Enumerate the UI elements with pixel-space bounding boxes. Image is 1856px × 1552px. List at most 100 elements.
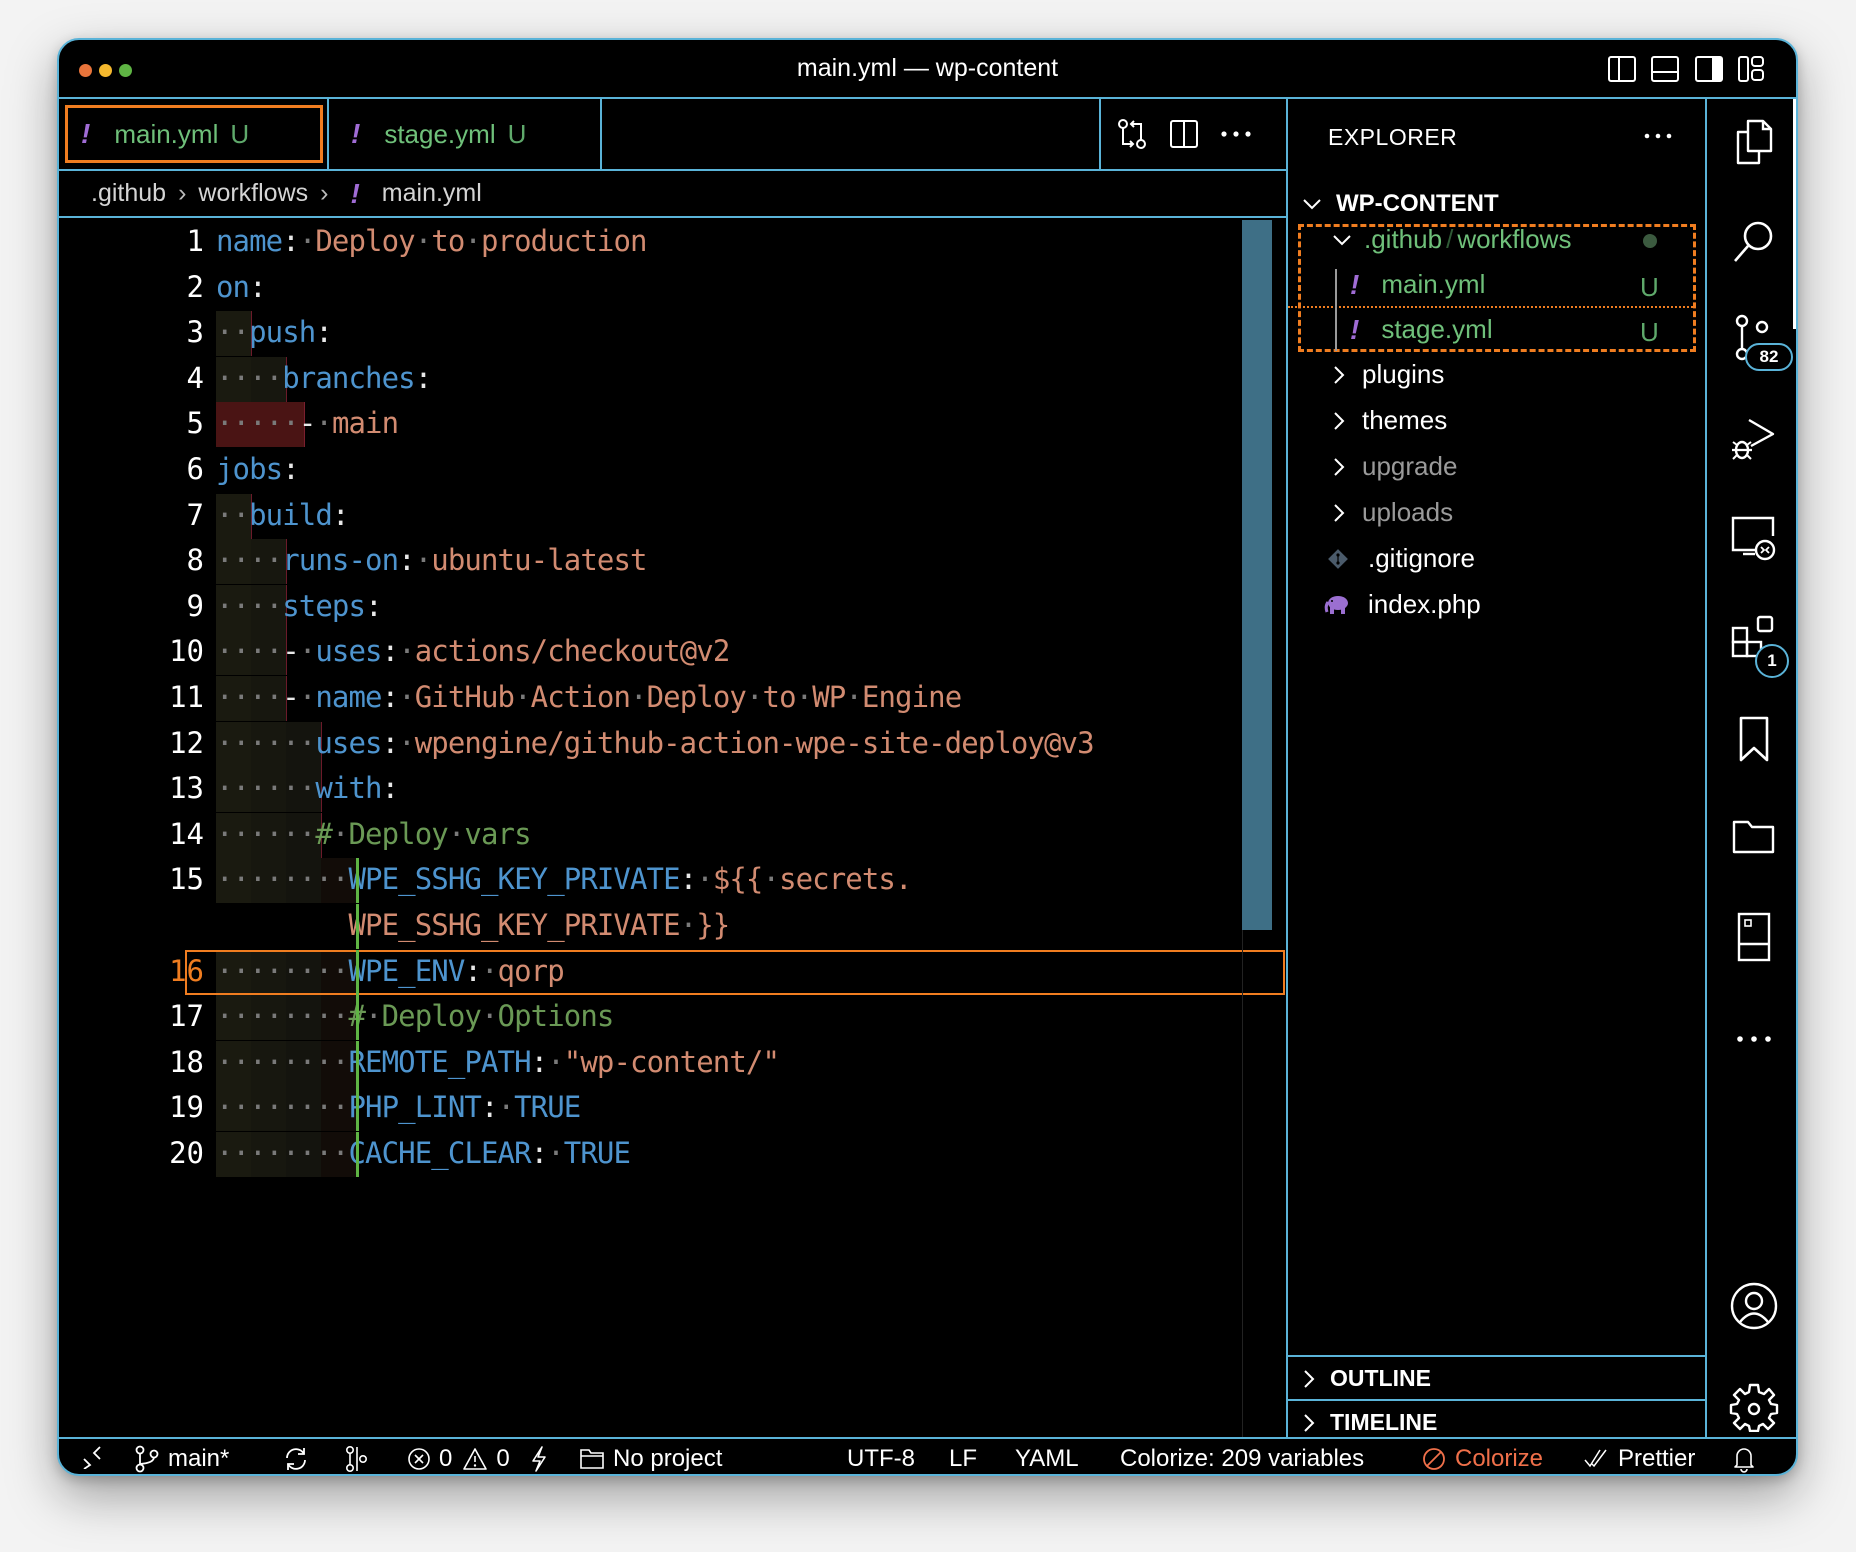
code-line[interactable]: 5 ·····-·main xyxy=(59,402,1286,448)
toggle-primary-sidebar-icon[interactable] xyxy=(1606,53,1638,85)
tree-folder-plugins[interactable]: plugins xyxy=(1288,352,1705,397)
line-number: 20 xyxy=(169,1136,204,1170)
project-name: No project xyxy=(613,1445,723,1472)
encoding-indicator[interactable]: UTF-8 xyxy=(847,1445,915,1473)
code-line[interactable]: 18 ········REMOTE_PATH:·"wp-content/" xyxy=(59,1040,1286,1086)
activity-scrollbar[interactable] xyxy=(1793,99,1796,329)
tree-file-index-php[interactable]: index.php xyxy=(1288,582,1705,627)
more-views-icon[interactable] xyxy=(1729,1014,1779,1064)
untracked-badge: U xyxy=(1640,317,1659,347)
search-icon[interactable] xyxy=(1729,217,1779,267)
tab-main-yml[interactable]: ! main.yml U xyxy=(59,99,329,169)
code-line[interactable]: 8 ····runs-on:·ubuntu-latest xyxy=(59,539,1286,585)
lightning-button[interactable] xyxy=(529,1445,557,1473)
code-text: ······with: xyxy=(216,771,399,806)
code-token: : xyxy=(530,1044,548,1079)
problems-indicator[interactable]: 0 0 xyxy=(407,1445,510,1473)
code-token: : xyxy=(464,953,481,988)
code-line[interactable]: 3 ··push: xyxy=(59,311,1286,357)
tree-folder-themes[interactable]: themes xyxy=(1288,398,1705,443)
customize-layout-icon[interactable] xyxy=(1735,53,1767,85)
code-text: ········CACHE_CLEAR:·TRUE xyxy=(216,1136,631,1170)
colorize-variables[interactable]: Colorize: 209 variables xyxy=(1120,1445,1364,1473)
code-line[interactable]: 15 ········WPE_SSHG_KEY_PRIVATE:·${{·secr… xyxy=(59,858,1286,904)
code-line[interactable]: 20 ········CACHE_CLEAR:·TRUE xyxy=(59,1132,1286,1177)
code-line[interactable]: 14 ······#·Deploy·vars xyxy=(59,812,1286,858)
code-line[interactable]: 10 ····-·uses:·actions/checkout@v2 xyxy=(59,630,1286,676)
eol-indicator[interactable]: LF xyxy=(949,1445,977,1473)
prettier-indicator[interactable]: Prettier xyxy=(1584,1445,1695,1473)
code-token: ubuntu-latest xyxy=(431,543,647,578)
untracked-badge: U xyxy=(1640,272,1659,302)
chevron-right-icon xyxy=(1304,1413,1315,1432)
indent-active-guide xyxy=(356,904,359,949)
breadcrumb-item[interactable]: .github xyxy=(91,179,166,208)
code-token: build xyxy=(249,497,333,532)
open-changes-icon[interactable] xyxy=(1115,117,1149,151)
code-line[interactable]: 1 name:·Deploy·to·production xyxy=(59,220,1286,265)
split-editor-icon[interactable] xyxy=(1169,119,1199,149)
language-mode[interactable]: YAML xyxy=(1015,1445,1079,1473)
code-token: · xyxy=(480,999,498,1034)
toggle-secondary-sidebar-icon[interactable] xyxy=(1693,53,1725,85)
git-graph-button[interactable] xyxy=(344,1445,378,1473)
tab-stage-yml[interactable]: ! stage.yml U xyxy=(329,99,602,169)
explorer-icon[interactable] xyxy=(1729,117,1779,167)
code-text: ··build: xyxy=(216,497,349,532)
more-actions-icon[interactable] xyxy=(1643,131,1673,141)
panel-icon[interactable] xyxy=(1729,912,1779,962)
breadcrumb-file[interactable]: main.yml xyxy=(382,179,482,208)
tree-file-gitignore[interactable]: .gitignore xyxy=(1288,536,1705,581)
remote-explorer-icon[interactable] xyxy=(1729,514,1779,564)
code-editor[interactable]: 1 name:·Deploy·to·production 2 on: 3 ··push: 4… xyxy=(59,220,1286,1437)
code-token: · xyxy=(398,634,415,669)
code-token: Engine xyxy=(861,680,962,714)
section-label: OUTLINE xyxy=(1330,1365,1431,1391)
code-line[interactable]: 19 ········PHP_LINT:·TRUE xyxy=(59,1086,1286,1132)
notifications-button[interactable] xyxy=(1732,1445,1764,1473)
code-token: · xyxy=(497,1090,515,1125)
section-outline[interactable]: OUTLINE xyxy=(1288,1355,1705,1400)
code-token: · xyxy=(298,680,316,714)
run-and-debug-icon[interactable] xyxy=(1729,414,1779,464)
more-actions-icon[interactable] xyxy=(1219,129,1253,139)
untracked-badge: U xyxy=(507,118,527,149)
yaml-file-icon: ! xyxy=(1350,268,1360,300)
code-line[interactable]: 9 ····steps: xyxy=(59,584,1286,630)
tree-folder-uploads[interactable]: uploads xyxy=(1288,490,1705,535)
code-token: · xyxy=(679,908,697,942)
branch-indicator[interactable]: main* xyxy=(134,1445,229,1473)
tree-file-main-yml[interactable]: ! main.yml U xyxy=(1288,262,1705,307)
git-branch-icon xyxy=(135,1445,159,1473)
code-line[interactable]: 4 ····branches: xyxy=(59,356,1286,402)
code-token: · xyxy=(398,725,415,760)
code-line[interactable]: 11 ····-·name:·GitHub·Action·Deploy·to·WP… xyxy=(59,676,1286,721)
tree-folder-upgrade[interactable]: upgrade xyxy=(1288,444,1705,489)
code-line[interactable]: 17········#·Deploy·Options xyxy=(59,995,1286,1041)
code-line[interactable]: 2 on: xyxy=(59,266,1286,311)
manage-gear-icon[interactable] xyxy=(1729,1382,1779,1432)
code-line[interactable]: 6 jobs: xyxy=(59,448,1286,493)
code-line[interactable]: 13 ······with: xyxy=(59,767,1286,813)
project-manager-folder-icon[interactable] xyxy=(1729,812,1779,862)
tree-label: .github xyxy=(1364,224,1443,254)
code-line[interactable]: 7 ··build: xyxy=(59,493,1286,539)
code-line[interactable]: 16 ········WPE_ENV:·qorp xyxy=(59,949,1286,995)
breadcrumb-item[interactable]: workflows xyxy=(198,179,308,208)
line-number: 9 xyxy=(186,588,204,623)
tree-file-stage-yml[interactable]: ! stage.yml U xyxy=(1288,307,1705,352)
toggle-panel-icon[interactable] xyxy=(1649,53,1681,85)
bookmarks-icon[interactable] xyxy=(1729,714,1779,764)
code-line[interactable]: WPE_SSHG_KEY_PRIVATE·}} xyxy=(59,904,1286,949)
tree-label: stage.yml xyxy=(1381,314,1493,344)
code-token: · xyxy=(398,680,415,714)
code-token: production xyxy=(480,224,648,258)
editor-scrollbar-thumb[interactable] xyxy=(1242,220,1272,930)
colorize-toggle[interactable]: Colorize xyxy=(1421,1445,1543,1473)
tree-folder-github-workflows[interactable]: .github / workflows xyxy=(1288,217,1705,262)
project-indicator[interactable]: No project xyxy=(579,1445,722,1473)
sync-button[interactable] xyxy=(282,1445,318,1473)
code-line[interactable]: 12 ······uses:·wpengine/github-action-wpe… xyxy=(59,721,1286,767)
remote-indicator[interactable] xyxy=(81,1445,111,1469)
accounts-icon[interactable] xyxy=(1729,1281,1779,1331)
